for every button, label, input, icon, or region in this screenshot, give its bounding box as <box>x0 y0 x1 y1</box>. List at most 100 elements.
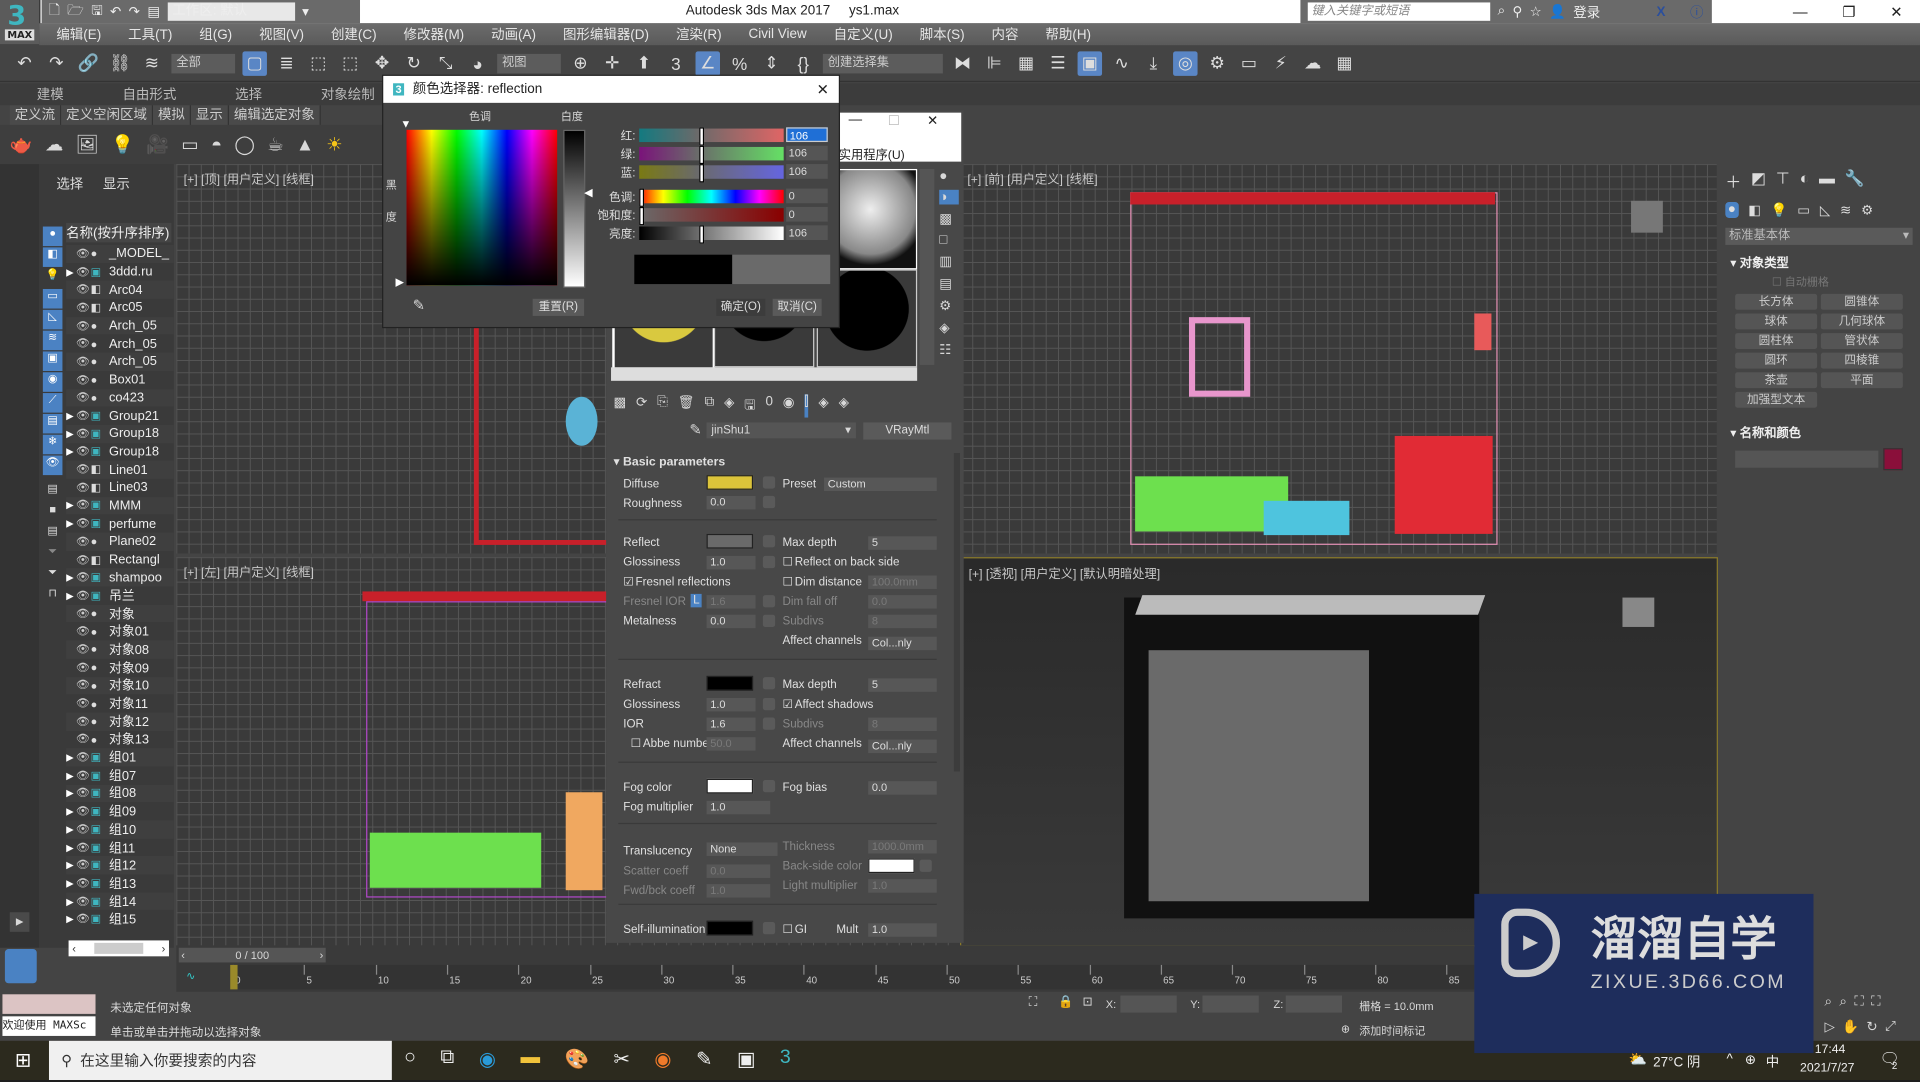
filter-frozen-icon[interactable]: ❄ <box>42 434 63 455</box>
explorer-row[interactable]: ▶ 👁 ▣ 吊兰 <box>66 587 174 605</box>
visibility-eye-icon[interactable]: 👁 <box>76 733 91 746</box>
explorer-tab-display[interactable]: 显示 <box>103 174 130 194</box>
invert-display-icon[interactable]: ▤ <box>43 524 63 544</box>
select-object-icon[interactable]: ▢ <box>242 50 267 76</box>
explorer-row[interactable]: 👁 ● _MODEL_ <box>66 244 174 263</box>
fog-color-color-swatch[interactable] <box>706 778 754 794</box>
close-icon[interactable]: ✕ <box>927 113 938 129</box>
angle-snap-icon[interactable]: ∠ <box>695 50 721 76</box>
visibility-eye-icon[interactable]: 👁 <box>76 301 91 314</box>
filter-cameras-icon[interactable]: ▭ <box>42 288 63 309</box>
roughness-spinner[interactable]: 0.0 <box>706 495 756 510</box>
visibility-eye-icon[interactable]: 👁 <box>76 517 91 530</box>
object-name-input[interactable] <box>1735 450 1879 468</box>
sphere-light-icon[interactable]: ◯ <box>234 133 255 156</box>
visibility-eye-icon[interactable]: 👁 <box>76 751 91 764</box>
get-material-icon[interactable]: ▩ <box>613 394 626 417</box>
menu-item[interactable]: 视图(V) <box>259 24 304 44</box>
explorer-row[interactable]: ▶ 👁 ▣ Group18 <box>66 443 174 461</box>
channel-spinner[interactable]: 106 <box>786 127 828 143</box>
channel-spinner[interactable]: 0 <box>786 188 828 204</box>
params-scrollbar[interactable] <box>953 453 961 772</box>
create-object-button[interactable]: 球体 <box>1735 313 1818 330</box>
notepad-icon[interactable]: ✎ <box>696 1047 712 1071</box>
manipulate-icon[interactable]: ✛ <box>600 51 624 75</box>
x-coord-input[interactable] <box>1120 995 1177 1013</box>
viewport-perspective-label[interactable]: [+] [透视] [用户定义] [默认明暗处理] <box>969 563 1161 581</box>
visibility-eye-icon[interactable]: 👁 <box>76 427 91 440</box>
app-menu-button[interactable]: 3 MAX <box>0 0 41 45</box>
pivot-icon[interactable]: ⊕ <box>568 51 592 75</box>
dim-falloff-spinner[interactable]: 0.0 <box>868 595 937 609</box>
menu-item[interactable]: Civil View <box>749 27 807 42</box>
filter-lights-icon[interactable]: 💡 <box>43 268 63 288</box>
sun-icon[interactable]: ☀ <box>326 133 342 156</box>
refract-gloss-map-button[interactable] <box>762 697 776 711</box>
maximize-viewport-icon[interactable]: ⤢ <box>1885 1019 1896 1035</box>
visibility-eye-icon[interactable]: 👁 <box>76 715 91 728</box>
link-icon[interactable]: 🔗 <box>76 51 100 75</box>
refl-affect-spinner[interactable]: Col...nly <box>868 636 937 651</box>
reset-button[interactable]: 重置(R) <box>532 298 585 316</box>
clock-date[interactable]: 2021/7/27 <box>1800 1062 1854 1075</box>
ribbon-tab[interactable]: 建模 <box>37 84 64 104</box>
explorer-row[interactable]: 👁 ● 对象08 <box>66 640 174 659</box>
visibility-eye-icon[interactable]: 👁 <box>76 283 91 296</box>
refr-affect-spinner[interactable]: Col...nly <box>868 739 937 754</box>
ok-button[interactable]: 确定(O) <box>716 298 766 316</box>
refract-color-swatch[interactable] <box>706 675 754 691</box>
channel-slider[interactable] <box>639 206 784 225</box>
spinner-snap-icon[interactable]: ⇕ <box>759 51 783 75</box>
whiteness-bar[interactable] <box>563 129 586 288</box>
render-production-icon[interactable]: ⚡ <box>1269 51 1293 75</box>
expand-arrow-icon[interactable]: ▶ <box>66 410 76 421</box>
ribbon-subtab[interactable]: 定义空闲区域 <box>61 105 154 125</box>
visibility-eye-icon[interactable]: 👁 <box>76 247 91 260</box>
light-mult-spinner[interactable]: 1.0 <box>868 879 937 893</box>
fog-color-map-button[interactable] <box>762 780 776 793</box>
systems-icon[interactable]: ⚙ <box>1861 202 1873 218</box>
expand-arrow-icon[interactable]: ▶ <box>66 500 76 511</box>
viewport-layouts-icon[interactable]: ▦ <box>1332 51 1356 75</box>
explorer-row[interactable]: ▶ 👁 ▣ 组12 <box>66 856 174 875</box>
visibility-eye-icon[interactable]: 👁 <box>76 661 91 674</box>
explorer-row[interactable]: 👁 ● 对象11 <box>66 695 174 713</box>
isolate-icon[interactable]: ⛶ <box>1029 996 1038 1009</box>
rect-selection-icon[interactable]: ⬚ <box>306 51 330 75</box>
edge-icon[interactable]: ◉ <box>479 1047 496 1071</box>
refl-max-depth-spinner[interactable]: 5 <box>868 536 937 550</box>
show-shaded-icon[interactable]: ◉ <box>783 394 795 417</box>
lights-icon[interactable]: 💡 <box>1771 202 1788 218</box>
cameras-icon[interactable]: ▭ <box>1797 202 1810 218</box>
explorer-row[interactable]: 👁 ● Arch_05 <box>66 352 174 371</box>
customize-qa-icon[interactable]: ▾ <box>302 4 309 20</box>
time-tag-icon[interactable]: ⊕ <box>1341 1022 1350 1035</box>
expand-arrow-icon[interactable]: ▶ <box>66 752 76 763</box>
visibility-eye-icon[interactable]: 👁 <box>76 337 91 350</box>
metalness-map-button[interactable] <box>762 614 776 627</box>
edit-named-sets-icon[interactable]: {} <box>791 51 815 75</box>
visibility-eye-icon[interactable]: 👁 <box>76 481 91 494</box>
filter-icon[interactable]: ⏷ <box>43 566 63 586</box>
ribbon-subtab[interactable]: 编辑选定对象 <box>228 105 321 125</box>
cancel-button[interactable]: 取消(C) <box>772 298 822 316</box>
preset-spinner[interactable]: Custom <box>824 477 937 492</box>
fresnel-ior-lock-button[interactable]: L <box>690 593 703 608</box>
visibility-eye-icon[interactable]: 👁 <box>76 805 91 818</box>
sample-type-icon[interactable]: ● <box>939 169 959 184</box>
add-time-tag[interactable]: 添加时间标记 <box>1359 1022 1425 1038</box>
visibility-eye-icon[interactable]: 👁 <box>76 373 91 386</box>
time-slider[interactable]: ‹ 0 / 100 › <box>178 947 326 963</box>
refr-max-depth-spinner[interactable]: 5 <box>868 678 937 692</box>
reflect-gloss-map-button[interactable] <box>762 555 776 569</box>
ior-map-button[interactable] <box>762 717 776 730</box>
hue-marker-icon[interactable]: ▼ <box>400 118 411 130</box>
expand-arrow-icon[interactable]: ▶ <box>66 914 76 925</box>
explorer-row[interactable]: 👁 ● 对象13 <box>66 730 174 748</box>
create-object-button[interactable]: 长方体 <box>1735 293 1818 310</box>
visibility-eye-icon[interactable]: 👁 <box>76 787 91 800</box>
plane-light-icon[interactable]: ▭ <box>181 133 198 156</box>
mult-spinner[interactable]: 1.0 <box>868 923 937 937</box>
visibility-eye-icon[interactable]: 👁 <box>76 391 91 404</box>
mesh-teapot-icon[interactable]: ☕ <box>267 133 283 156</box>
